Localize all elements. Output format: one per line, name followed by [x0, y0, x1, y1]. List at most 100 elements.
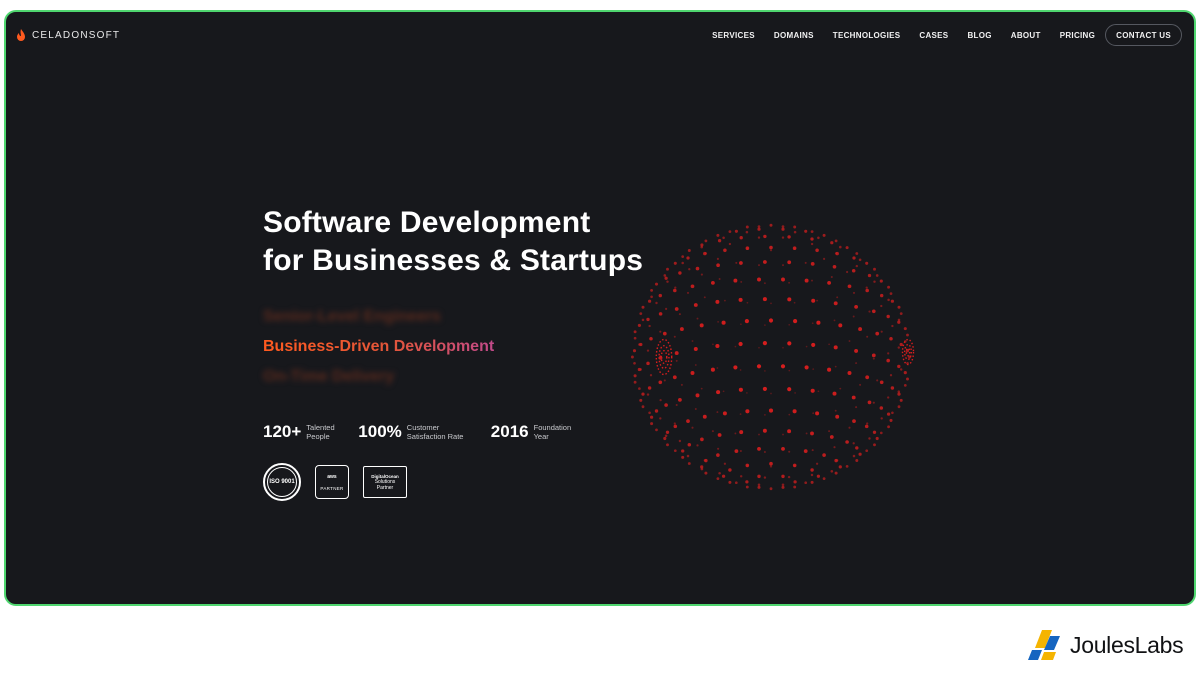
- sphere-dot: [865, 286, 868, 289]
- nav-item-services[interactable]: SERVICES: [712, 31, 755, 40]
- sphere-dot: [835, 414, 840, 419]
- sphere-dot: [787, 387, 792, 392]
- sphere-dot: [839, 245, 842, 249]
- sphere-dot: [762, 341, 767, 346]
- sphere-dot: [703, 251, 707, 256]
- sphere-dot: [781, 483, 785, 487]
- sphere-dot: [855, 446, 859, 450]
- sphere-dot: [758, 433, 760, 436]
- logo[interactable]: CELADONSOFT: [16, 29, 120, 41]
- sphere-dot: [804, 278, 809, 283]
- sphere-dot: [876, 379, 879, 382]
- sphere-dot: [711, 430, 714, 433]
- sphere-dot: [672, 375, 677, 380]
- sphere-dot: [792, 409, 797, 414]
- sphere-dot: [887, 298, 890, 302]
- sphere-dot: [788, 450, 791, 453]
- sphere-dot: [793, 230, 797, 234]
- sphere-dot: [757, 277, 761, 282]
- sphere-dot: [852, 291, 856, 294]
- sphere-dot: [889, 418, 893, 422]
- sphere-dot: [745, 480, 749, 484]
- sphere-dot: [633, 380, 637, 384]
- sphere-dot: [693, 303, 698, 307]
- sphere-dot: [875, 436, 879, 441]
- sphere-dot: [879, 279, 883, 283]
- sphere-dot: [858, 327, 863, 332]
- sphere-dot: [793, 319, 798, 324]
- sphere-dot: [745, 463, 750, 468]
- sphere-dot: [716, 367, 719, 369]
- sphere-dot: [648, 411, 651, 415]
- sphere-dot: [639, 312, 643, 315]
- sphere-dot: [811, 298, 816, 303]
- jouleslabs-logo-icon: [1028, 630, 1060, 660]
- sphere-dot: [855, 362, 858, 365]
- sphere-dot: [673, 449, 677, 453]
- sphere-dot: [812, 368, 815, 370]
- sphere-dot: [704, 458, 708, 463]
- sphere-dot: [658, 380, 663, 385]
- sphere-dot: [665, 430, 670, 434]
- nav-item-cases[interactable]: CASES: [919, 31, 948, 40]
- certification-badges: ISO 9001 aws PARTNER DigitalOcean Soluti…: [263, 463, 407, 501]
- sphere-dot: [744, 319, 749, 324]
- logo-text: CELADONSOFT: [32, 29, 121, 41]
- sphere-dot: [637, 367, 642, 372]
- sphere-dot: [903, 384, 907, 387]
- sphere-dot: [866, 335, 869, 338]
- sphere-dot: [764, 414, 766, 416]
- sphere-dot: [875, 331, 880, 336]
- stats-row: 120+ Talented People 100% Customer Satis…: [263, 422, 600, 442]
- sphere-dot: [675, 359, 678, 362]
- sphere-dot: [758, 346, 760, 349]
- sphere-dot: [763, 282, 766, 285]
- sphere-dot: [722, 390, 725, 393]
- sphere-dot: [673, 335, 676, 338]
- sphere-dot: [880, 304, 883, 308]
- sphere-dot: [838, 465, 842, 469]
- sphere-dot: [867, 273, 872, 278]
- sphere-dot: [897, 346, 900, 349]
- sphere-dot: [717, 321, 719, 323]
- sphere-dot: [897, 305, 901, 309]
- sphere-dot: [757, 236, 761, 239]
- sphere-dot: [887, 285, 891, 289]
- sphere-dot: [788, 323, 791, 326]
- sphere-dot: [694, 408, 697, 410]
- aws-logo-text: aws: [327, 473, 337, 480]
- sphere-dot: [804, 261, 807, 264]
- sphere-dot: [890, 386, 895, 390]
- digitalocean-partner-badge: DigitalOcean Solutions Partner: [363, 466, 407, 498]
- nav-item-pricing[interactable]: PRICING: [1060, 31, 1095, 40]
- sphere-dot: [757, 485, 761, 489]
- nav-item-about[interactable]: ABOUT: [1011, 31, 1041, 40]
- sphere-dot: [845, 440, 849, 444]
- stat-label: Foundation Year: [533, 422, 572, 442]
- sphere-dot: [811, 342, 816, 347]
- sphere-dot: [650, 422, 654, 426]
- sphere-dot: [815, 248, 819, 253]
- nav-item-technologies[interactable]: TECHNOLOGIES: [833, 31, 901, 40]
- sphere-dot: [872, 401, 875, 404]
- sphere-dot: [704, 471, 708, 475]
- nav-item-blog[interactable]: BLOG: [967, 31, 991, 40]
- sphere-dot: [746, 301, 749, 304]
- sphere-dot: [906, 333, 909, 337]
- sphere-dot: [880, 293, 884, 298]
- sphere-dot: [641, 392, 645, 396]
- sphere-dot: [871, 353, 876, 358]
- sphere-dot: [739, 413, 742, 415]
- sphere-dot: [687, 462, 691, 465]
- sphere-dot: [663, 436, 667, 441]
- contact-us-button[interactable]: CONTACT US: [1105, 24, 1182, 46]
- sphere-dot: [641, 305, 645, 309]
- sphere-dot: [787, 429, 792, 434]
- sphere-dot: [903, 327, 907, 331]
- sphere-dot: [769, 461, 773, 466]
- sphere-dot: [639, 398, 643, 402]
- nav-item-domains[interactable]: DOMAINS: [774, 31, 814, 40]
- sphere-dot: [887, 396, 890, 399]
- sphere-dot: [875, 274, 879, 277]
- sphere-dot: [833, 319, 836, 322]
